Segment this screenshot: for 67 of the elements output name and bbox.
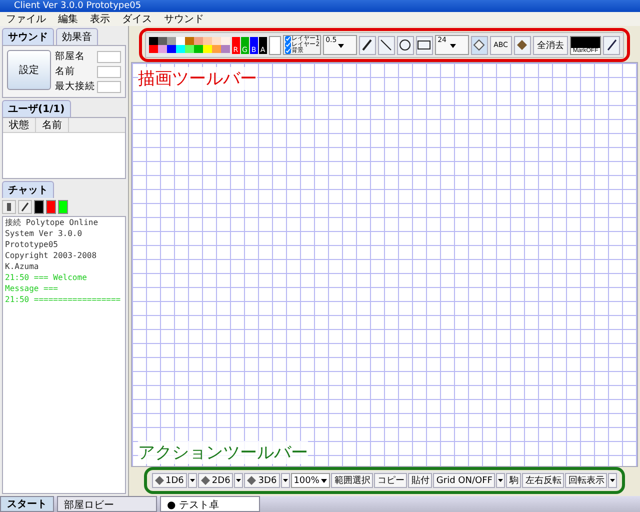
field-label: 最大接続 <box>55 80 95 93</box>
toolbar-button[interactable]: Grid ON/OFF <box>433 473 496 488</box>
toolbar-button[interactable]: 貼付 <box>408 473 432 488</box>
dice-button[interactable]: 3D6 <box>244 473 280 488</box>
dropdown-button[interactable] <box>608 473 618 488</box>
caret-icon <box>450 44 456 48</box>
input-field[interactable] <box>97 80 121 92</box>
dropdown-button[interactable] <box>188 473 197 488</box>
pen-icon[interactable] <box>603 36 620 54</box>
chat-line: Copyright 2003-2008 K.Azuma <box>5 250 98 272</box>
input-field[interactable] <box>97 66 121 78</box>
color-swatch[interactable] <box>148 37 158 45</box>
start-button[interactable]: スタート <box>0 496 54 512</box>
current-color <box>268 36 281 54</box>
chat-tab[interactable]: チャット <box>2 181 54 198</box>
color-swatch[interactable] <box>46 200 56 214</box>
dice-button[interactable]: 2D6 <box>198 473 234 488</box>
caret-icon <box>321 478 328 482</box>
toolbar-button[interactable]: 左右反転 <box>522 473 564 488</box>
menu-item[interactable]: ダイス <box>116 12 158 26</box>
pen-icon[interactable] <box>358 36 376 54</box>
column-header: 名前 <box>36 118 69 132</box>
field-label: 名前 <box>55 65 76 78</box>
users-tab[interactable]: ユーザ(1/1) <box>2 100 71 117</box>
toolbar-button[interactable]: 範囲選択 <box>331 473 374 488</box>
color-swatch[interactable] <box>34 200 44 214</box>
layer-checkbox[interactable] <box>284 42 291 48</box>
taskbar-button[interactable]: 部屋ロビー <box>57 496 157 512</box>
clear-all-button[interactable]: 全消去 <box>532 36 568 54</box>
color-swatch[interactable] <box>58 200 68 214</box>
chat-line: 21:50 ================== <box>5 294 122 305</box>
pen-icon[interactable] <box>18 200 32 214</box>
zoom-select[interactable]: 100% <box>290 473 330 488</box>
chat-line: 接続 Polytope Online System Ver 3.0.0 Prototype05 <box>5 217 100 250</box>
annotation-label: アクションツールバー <box>138 441 308 464</box>
dropdown-button[interactable] <box>496 473 506 488</box>
caret-icon <box>190 479 195 482</box>
taskbar-button[interactable]: ● テスト卓 <box>160 496 260 512</box>
menu-item[interactable]: 表示 <box>84 12 116 26</box>
caret-icon <box>610 479 616 482</box>
caret-icon <box>236 479 242 482</box>
dropdown-button[interactable] <box>280 473 290 488</box>
grid-canvas[interactable]: 描画ツールバー アクションツールバー <box>131 62 638 467</box>
settings-button[interactable]: 設定 <box>7 50 51 90</box>
field-label: 部屋名 <box>55 50 86 63</box>
dropdown-button[interactable] <box>234 473 244 488</box>
toolbar-button[interactable]: コピー <box>374 473 408 488</box>
annotation-label: 描画ツールバー <box>138 67 257 90</box>
dice-button[interactable]: 1D6 <box>152 473 187 488</box>
panel-tab[interactable]: サウンド <box>2 28 54 45</box>
caret-icon <box>282 479 288 482</box>
color-swatch[interactable] <box>148 45 158 53</box>
layer-checkbox[interactable] <box>284 48 291 54</box>
column-header: 状態 <box>3 118 36 132</box>
menu-item[interactable]: サウンド <box>158 12 210 26</box>
rectangle-icon[interactable] <box>416 36 433 54</box>
menu-item[interactable]: 編集 <box>52 12 84 26</box>
panel-tab[interactable]: 効果音 <box>56 28 98 45</box>
caret-icon <box>338 44 344 48</box>
chat-line: 21:50 === Welcome Message === <box>5 272 88 294</box>
layer-checkbox[interactable] <box>284 36 291 42</box>
caret-icon <box>498 479 504 482</box>
toolbar-button[interactable]: 回転表示 <box>565 473 608 488</box>
window-title: Client Ver 3.0.0 Prototype05 <box>14 1 142 11</box>
menu-item[interactable]: ファイル <box>0 12 52 26</box>
toolbar-button[interactable]: 駒 <box>506 473 522 488</box>
input-field[interactable] <box>97 50 121 62</box>
